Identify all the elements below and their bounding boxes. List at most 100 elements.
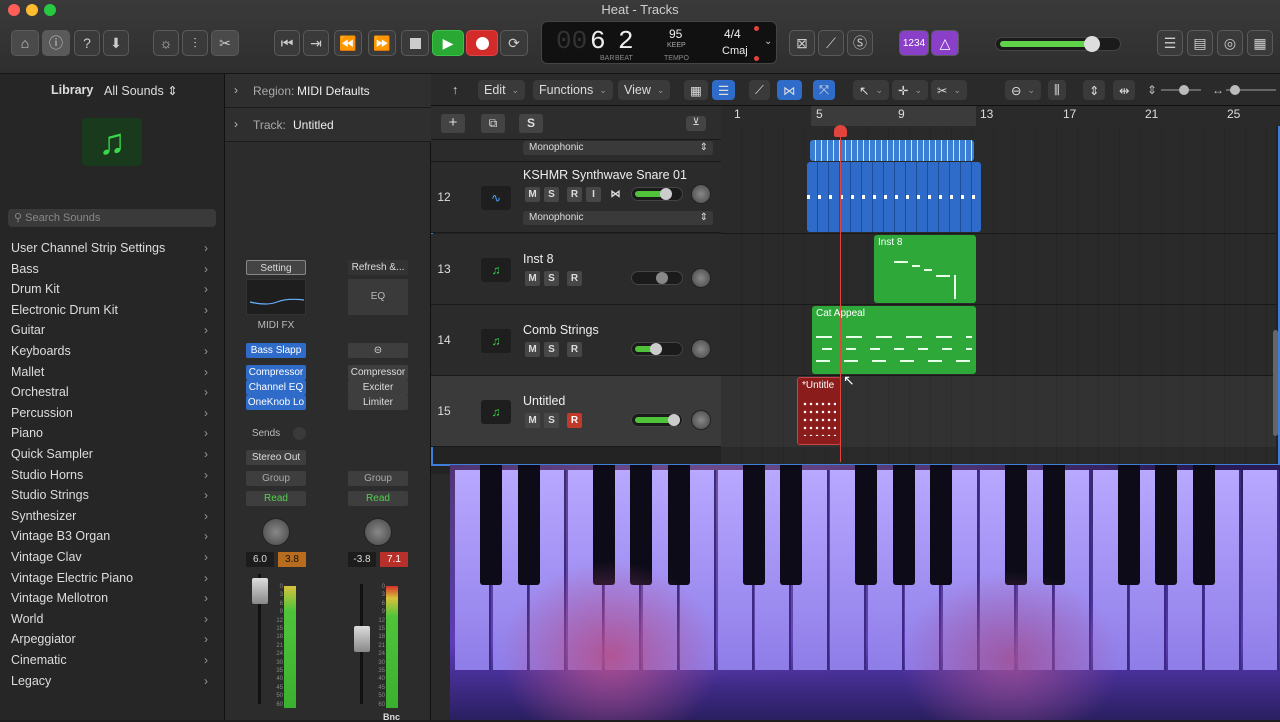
group-slot[interactable]: Group	[348, 471, 408, 486]
slider-knob[interactable]	[656, 272, 668, 284]
volume-fader-track[interactable]	[252, 574, 268, 704]
automation-mode[interactable]: Read	[348, 491, 408, 506]
tuner-button[interactable]: ⟋	[818, 30, 844, 56]
volume-fader-cap[interactable]	[354, 626, 370, 652]
solo-button[interactable]: Ⓢ	[847, 30, 873, 56]
edit-menu[interactable]: Edit ⌄	[478, 80, 526, 100]
solo-button[interactable]: S	[544, 342, 559, 357]
solo-button[interactable]: S	[544, 413, 559, 428]
list-view-button[interactable]: ☰	[712, 80, 736, 100]
add-track-button[interactable]: +	[441, 114, 465, 133]
track-name[interactable]: KSHMR Synthwave Snare 01	[523, 168, 687, 182]
loop-browser-button[interactable]: ◎	[1217, 30, 1243, 56]
track-row[interactable]: Monophonic ⇕	[431, 140, 721, 162]
master-volume-slider[interactable]	[995, 36, 1121, 52]
track-volume-slider[interactable]	[631, 342, 683, 356]
grid-view-button[interactable]: ▦	[684, 80, 708, 100]
library-category[interactable]: Studio Horns ›	[0, 465, 220, 485]
mute-button[interactable]: M	[525, 413, 540, 428]
solo-button[interactable]: S	[544, 187, 559, 202]
library-category[interactable]: World ›	[0, 609, 220, 629]
link-slot[interactable]: ⊝	[348, 343, 408, 358]
send-slot[interactable]	[293, 427, 306, 440]
plugin-slot[interactable]: Compressor	[348, 365, 408, 380]
notepad-button[interactable]: ▤	[1187, 30, 1213, 56]
record-enable-button[interactable]: R	[567, 187, 582, 202]
record-enable-button[interactable]: R	[567, 413, 582, 428]
view-menu[interactable]: View ⌄	[618, 80, 671, 100]
browser-button[interactable]: ▦	[1247, 30, 1273, 56]
slider-knob[interactable]	[650, 343, 662, 355]
lcd-display[interactable]: 00 6 2 BAR BEAT 95 KEEP TEMPO 4/4 Cmaj ⌄	[541, 21, 777, 64]
track-row[interactable]: 14 ♫ Comb Strings M S R	[431, 305, 721, 376]
track-row[interactable]: 13 ♫ Inst 8 M S R	[431, 234, 721, 305]
toolbar-toggle-button[interactable]: ⬇	[103, 30, 129, 56]
automation-mode[interactable]: Read	[246, 491, 306, 506]
go-to-beginning-button[interactable]: ⏮	[274, 30, 300, 56]
back-button[interactable]: ↑	[446, 80, 464, 100]
mute-button[interactable]: M	[525, 271, 540, 286]
play-button[interactable]: ▶	[432, 30, 464, 56]
plugin-slot[interactable]: OneKnob Lo	[246, 395, 306, 410]
chevron-down-icon[interactable]: ⌄	[764, 36, 772, 47]
smart-controls-button[interactable]: ☼	[153, 30, 179, 56]
mixer-button[interactable]: ⫶	[182, 30, 208, 56]
mute-button[interactable]: M	[525, 342, 540, 357]
instrument-slot[interactable]: Bass Slapp	[246, 343, 306, 358]
inspector-toggle-button[interactable]: ⓘ	[42, 30, 70, 56]
horizontal-fit-button[interactable]: ⇹	[1113, 80, 1136, 100]
library-category[interactable]: Keyboards ›	[0, 341, 220, 361]
playhead[interactable]	[840, 126, 841, 462]
region-inspector-header[interactable]: › Region: MIDI Defaults	[225, 74, 431, 108]
pan-knob[interactable]	[691, 339, 711, 359]
mode-select[interactable]: Monophonic ⇕	[523, 211, 713, 225]
cycle-area[interactable]	[811, 106, 976, 126]
track-row[interactable]: 12 ∿ KSHMR Synthwave Snare 01 M S R I ⋈ …	[431, 162, 721, 233]
library-category[interactable]: Quick Sampler ›	[0, 444, 220, 464]
waveform-zoom-button[interactable]: ⫼	[1048, 80, 1066, 100]
vertical-fit-button[interactable]: ⇕	[1083, 80, 1106, 100]
library-category[interactable]: Arpeggiator ›	[0, 629, 220, 649]
midi-fx-slot[interactable]: MIDI FX	[246, 320, 306, 331]
plugin-slot[interactable]: Limiter	[348, 395, 408, 410]
vertical-zoom-slider[interactable]	[1161, 85, 1201, 95]
pan-knob[interactable]	[262, 518, 290, 546]
record-enable-button[interactable]: R	[567, 342, 582, 357]
cycle-button[interactable]: ⟳	[500, 30, 528, 56]
vertical-scrollbar[interactable]	[1273, 330, 1278, 436]
pointer-tool-menu[interactable]: ↖ ⌄	[853, 80, 890, 100]
recording-region[interactable]: *Untitle	[797, 377, 841, 445]
track-name[interactable]: Inst 8	[523, 252, 554, 266]
pan-knob[interactable]	[364, 518, 392, 546]
library-category[interactable]: Bass ›	[0, 259, 220, 279]
track-volume-slider[interactable]	[631, 271, 683, 285]
slider-knob[interactable]	[1230, 85, 1240, 95]
forward-button[interactable]: ⏩	[368, 30, 396, 56]
previous-marker-button[interactable]: ⇥	[303, 30, 329, 56]
library-category[interactable]: Cinematic ›	[0, 650, 220, 670]
library-category[interactable]: Electronic Drum Kit ›	[0, 300, 220, 320]
library-category[interactable]: Percussion ›	[0, 403, 220, 423]
solo-button[interactable]: S	[544, 271, 559, 286]
plugin-slot[interactable]: Compressor	[246, 365, 306, 380]
library-category[interactable]: Legacy ›	[0, 671, 220, 691]
volume-readout[interactable]: -3.8	[348, 552, 376, 567]
library-category[interactable]: Mallet ›	[0, 362, 220, 382]
editors-button[interactable]: ✂	[211, 30, 239, 56]
snap-menu[interactable]: ⊖ ⌄	[1005, 80, 1042, 100]
volume-fader-track[interactable]	[354, 584, 370, 704]
pan-knob[interactable]	[691, 268, 711, 288]
replace-button[interactable]: ⊠	[789, 30, 815, 56]
count-in-button[interactable]: 1234	[899, 30, 929, 56]
library-category[interactable]: Orchestral ›	[0, 382, 220, 402]
library-category[interactable]: Vintage Clav ›	[0, 547, 220, 567]
channel-setting-button[interactable]: Setting	[246, 260, 306, 275]
track-name[interactable]: Untitled	[523, 394, 565, 408]
automation-button[interactable]: ⟋	[749, 80, 770, 100]
horizontal-zoom-slider[interactable]	[1226, 85, 1276, 95]
plugin-slot[interactable]: Exciter	[348, 380, 408, 395]
record-button[interactable]	[466, 30, 498, 56]
master-volume-knob[interactable]	[1084, 36, 1100, 52]
stop-button[interactable]	[401, 30, 429, 56]
timeline-ruler[interactable]: 1 5 9 13 17 21 25	[721, 106, 1280, 126]
